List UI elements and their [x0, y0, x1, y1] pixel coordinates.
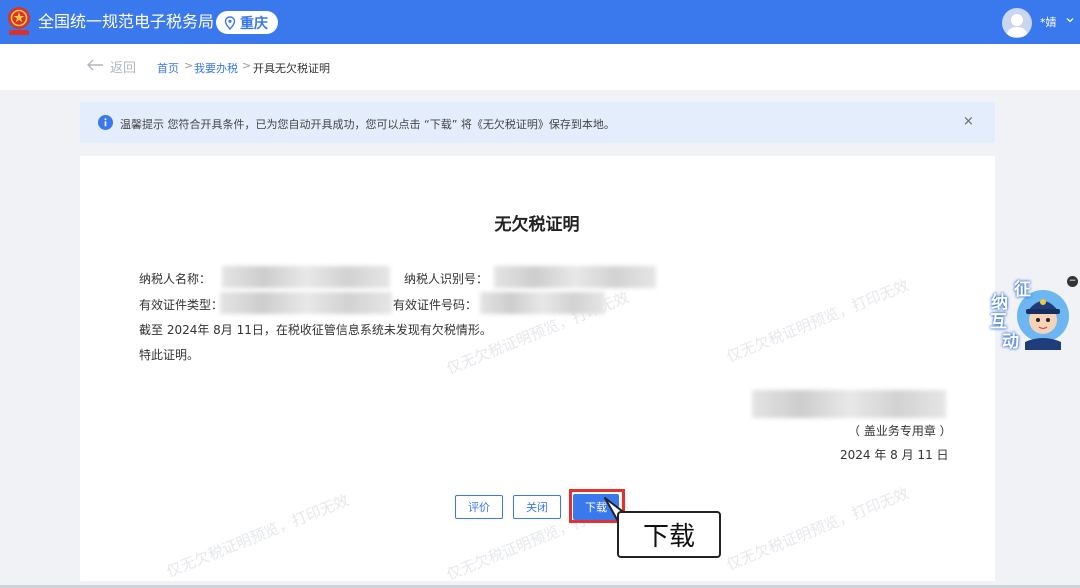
breadcrumb-home[interactable]: 首页	[157, 60, 179, 76]
breadcrumb-separator: >	[242, 59, 252, 72]
breadcrumb-current: 开具无欠税证明	[253, 62, 330, 75]
close-button[interactable]: 关闭	[513, 495, 561, 519]
info-icon	[98, 115, 113, 130]
id-number-label: 有效证件号码：	[393, 298, 478, 312]
user-avatar-icon	[1006, 14, 1028, 37]
notice-close-icon[interactable]: ×	[963, 114, 974, 129]
region-selector[interactable]: 重庆	[216, 11, 278, 34]
taxpayer-name-label: 纳税人名称：	[139, 272, 212, 286]
taxpayer-id-label: 纳税人识别号：	[404, 272, 489, 286]
region-label: 重庆	[240, 15, 268, 32]
redacted-taxpayer-name	[222, 266, 390, 288]
rate-button[interactable]: 评价	[455, 495, 503, 519]
username[interactable]: *婧	[1040, 14, 1057, 30]
side-widget-close-icon[interactable]: −	[1067, 276, 1078, 287]
id-type-label: 有效证件类型：	[139, 298, 224, 312]
notice-banner: 温馨提示 您符合开具条件，已为您自动开具成功，您可以点击 “下载” 将《无欠税证…	[80, 102, 995, 143]
issue-date: 2024 年 8 月 11 日	[840, 448, 949, 462]
redacted-taxpayer-id	[494, 266, 656, 288]
redacted-id-type	[220, 292, 392, 314]
certificate-statement: 截至 2024年 8月 11日，在税收征管信息系统未发现有欠税情形。	[139, 323, 492, 337]
redacted-id-number	[480, 292, 605, 314]
chevron-down-icon[interactable]	[1065, 15, 1075, 25]
certificate-title: 无欠税证明	[494, 215, 580, 235]
seal-note: （ 盖业务专用章 ）	[848, 424, 952, 438]
side-widget-char: 征	[1014, 280, 1031, 300]
breadcrumb-separator: >	[184, 59, 194, 72]
tax-emblem-icon	[8, 7, 30, 35]
breadcrumb-tax-services[interactable]: 我要办税	[194, 60, 238, 76]
location-pin-icon	[224, 15, 236, 30]
user-avatar[interactable]	[1002, 8, 1032, 38]
back-button[interactable]: 返回	[110, 57, 136, 76]
download-callout: 下载	[617, 511, 721, 558]
side-widget-char: 动	[1002, 332, 1019, 352]
back-arrow-icon[interactable]	[86, 58, 104, 72]
notice-text: 温馨提示 您符合开具条件，已为您自动开具成功，您可以点击 “下载” 将《无欠税证…	[120, 118, 615, 131]
redacted-issuing-authority	[752, 390, 946, 418]
app-title: 全国统一规范电子税务局	[38, 12, 215, 31]
certificate-closing: 特此证明。	[139, 348, 200, 362]
